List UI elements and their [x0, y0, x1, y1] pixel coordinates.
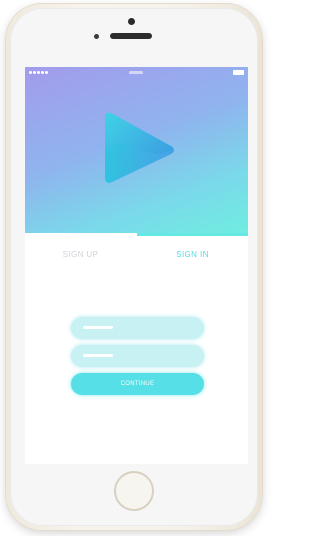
play-logo-icon	[105, 112, 174, 183]
tab-sign-up[interactable]: SIGN UP	[25, 233, 136, 275]
password-field[interactable]	[71, 345, 204, 367]
signal-icon	[29, 71, 48, 74]
password-placeholder	[83, 354, 113, 357]
hero-banner	[25, 67, 248, 233]
status-time	[129, 71, 143, 74]
phone-mockup-scene: SIGN UP SIGN IN CONTINUE	[0, 0, 268, 536]
home-button[interactable]	[114, 471, 154, 511]
status-bar	[25, 67, 248, 77]
username-field[interactable]	[71, 317, 204, 339]
tab-sign-in[interactable]: SIGN IN	[137, 233, 248, 275]
battery-icon	[233, 70, 244, 75]
earpiece-speaker	[110, 33, 152, 39]
front-camera	[128, 18, 135, 25]
username-placeholder	[83, 326, 113, 329]
proximity-sensor	[94, 34, 99, 39]
app-screen: SIGN UP SIGN IN CONTINUE	[25, 67, 248, 464]
auth-tabs: SIGN UP SIGN IN	[25, 233, 248, 275]
continue-button[interactable]: CONTINUE	[71, 373, 204, 395]
